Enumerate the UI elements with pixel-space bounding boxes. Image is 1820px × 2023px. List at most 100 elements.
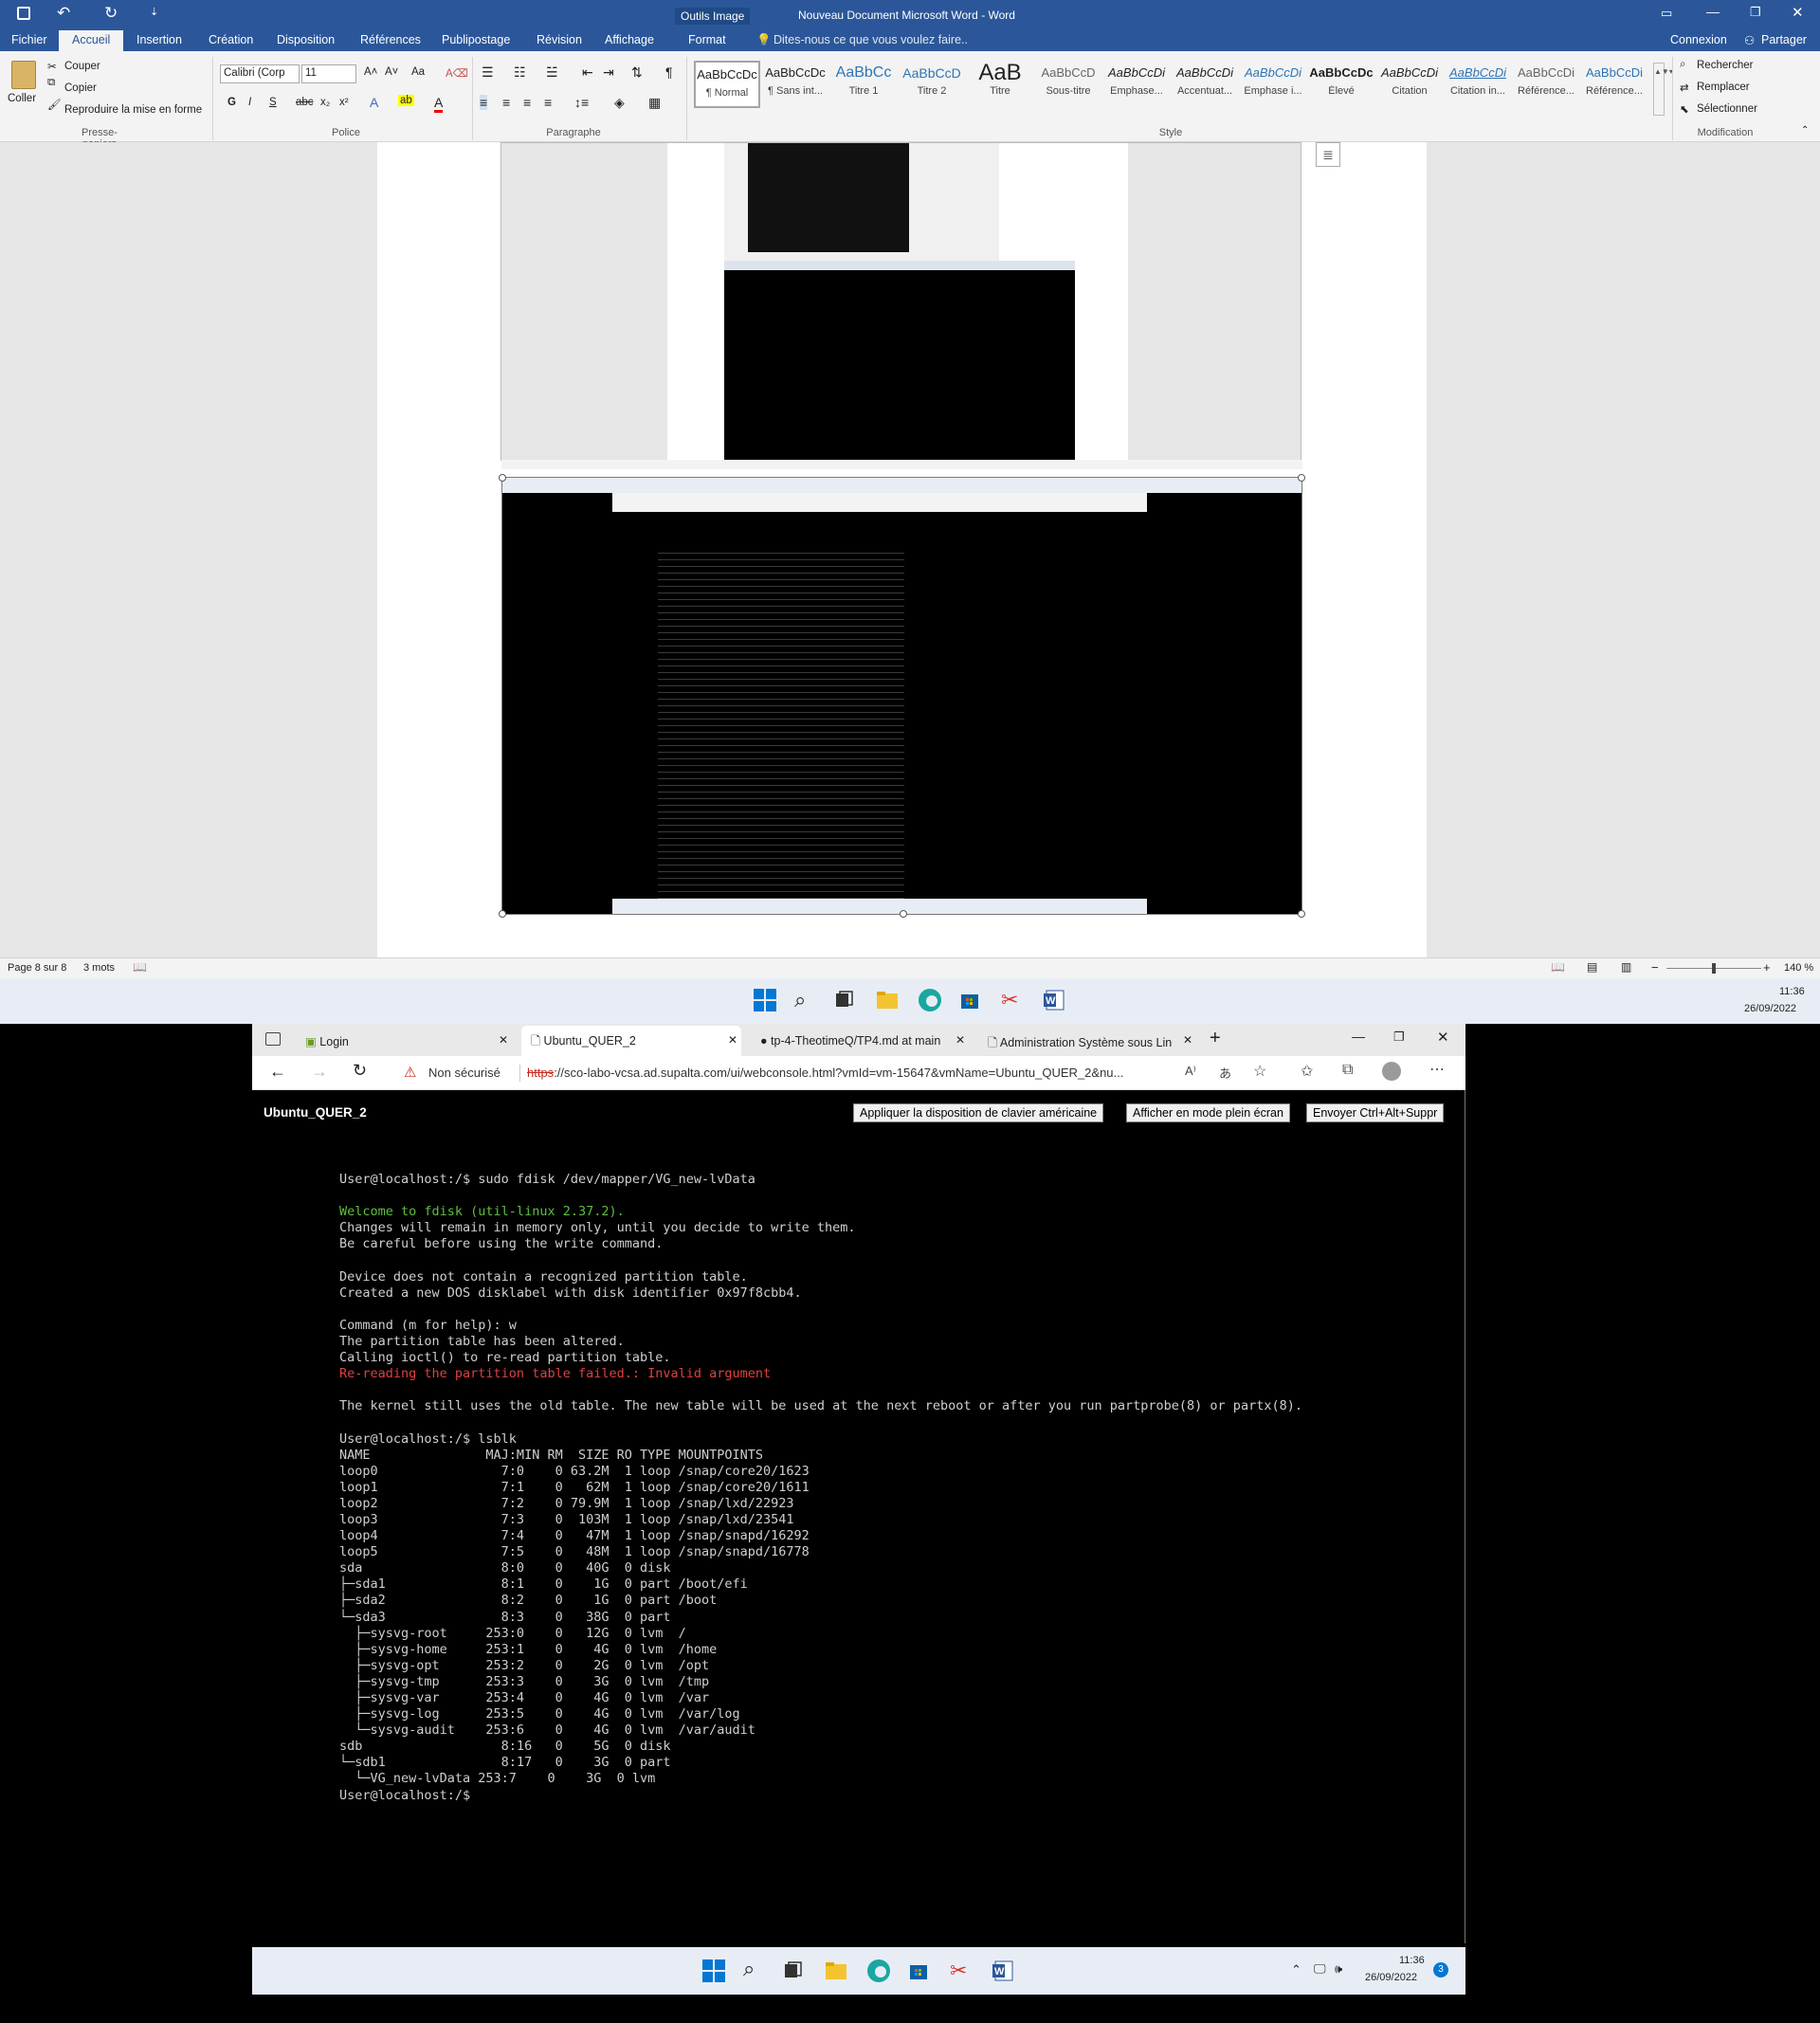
resize-handle[interactable] xyxy=(499,474,506,482)
edge-icon[interactable] xyxy=(918,988,944,1014)
share-icon[interactable]: ⚇ xyxy=(1744,33,1755,47)
minimize-icon[interactable]: — xyxy=(1706,4,1720,19)
send-cad-button[interactable]: Envoyer Ctrl+Alt+Suppr xyxy=(1306,1103,1445,1122)
resize-handle[interactable] xyxy=(1298,474,1305,482)
start-icon[interactable] xyxy=(753,988,779,1014)
sort-icon[interactable]: ⇅ xyxy=(631,64,643,81)
underline-button[interactable]: S xyxy=(269,97,277,108)
customize-qat-icon[interactable]: ⇣ xyxy=(150,6,158,18)
change-case-button[interactable]: Aa xyxy=(411,66,425,78)
tab-close-icon[interactable]: ✕ xyxy=(956,1033,965,1047)
text-effects-icon[interactable]: A xyxy=(370,95,378,110)
selected-image[interactable] xyxy=(501,477,1302,915)
tab-creation[interactable]: Création xyxy=(209,33,253,46)
tab-close-icon[interactable]: ✕ xyxy=(499,1033,508,1047)
font-color-icon[interactable]: A xyxy=(434,95,444,113)
browser-tab-login[interactable]: ▣ Login xyxy=(296,1028,514,1056)
styles-scroll-icon[interactable]: ▲▼▾ xyxy=(1653,63,1673,116)
tab-revision[interactable]: Révision xyxy=(537,33,582,46)
share-button[interactable]: Partager xyxy=(1761,33,1807,46)
format-painter-button[interactable]: Reproduire la mise en forme xyxy=(64,104,202,116)
search-icon[interactable]: ⌕ xyxy=(743,1957,770,1983)
print-layout-icon[interactable]: ▤ xyxy=(1587,960,1597,974)
cut-button[interactable]: Couper xyxy=(64,61,100,72)
start-icon[interactable] xyxy=(701,1959,728,1985)
justify-icon[interactable]: ≡ xyxy=(544,95,552,110)
copy-icon[interactable]: ⧉ xyxy=(47,77,55,89)
read-aloud-icon[interactable]: A⁾ xyxy=(1185,1064,1196,1079)
style-item[interactable]: AaBbCcDc Élevé xyxy=(1308,61,1374,108)
format-painter-icon[interactable]: 🖌 xyxy=(47,98,62,111)
clock-date[interactable]: 26/09/2022 xyxy=(1365,1972,1417,1983)
resize-handle[interactable] xyxy=(499,910,506,918)
bold-button[interactable]: G xyxy=(228,97,236,108)
paste-icon[interactable] xyxy=(11,61,36,89)
style-item[interactable]: AaBbCcDi Citation in... xyxy=(1445,61,1511,108)
zoom-level[interactable]: 140 % xyxy=(1784,962,1813,974)
highlight-icon[interactable]: ab xyxy=(398,95,414,106)
tab-format[interactable]: Format xyxy=(688,33,726,46)
font-name-select[interactable]: Calibri (Corp xyxy=(220,64,300,83)
tab-close-icon[interactable]: ✕ xyxy=(728,1033,737,1047)
favorite-star-icon[interactable]: ☆ xyxy=(1253,1062,1266,1081)
style-item[interactable]: AaBbCc Titre 1 xyxy=(830,61,897,108)
browser-tab-admin[interactable]: 🗋 Administration Système sous Lin xyxy=(978,1028,1175,1056)
favorites-icon[interactable]: ✩ xyxy=(1301,1062,1313,1081)
network-icon[interactable]: 🖵 xyxy=(1314,1961,1326,1977)
fullscreen-button[interactable]: Afficher en mode plein écran xyxy=(1126,1103,1290,1122)
word-taskbar-icon[interactable]: W xyxy=(992,1960,1018,1987)
file-explorer-icon[interactable] xyxy=(825,1960,851,1987)
style-item[interactable]: AaBbCcDi Citation xyxy=(1376,61,1443,108)
style-item[interactable]: AaBbCcDi Référence... xyxy=(1513,61,1579,108)
borders-icon[interactable]: ▦ xyxy=(648,95,661,111)
find-button[interactable]: Rechercher xyxy=(1697,60,1753,71)
redo-icon[interactable]: ↻ xyxy=(104,4,118,23)
style-item[interactable]: AaBbCcD Sous-titre xyxy=(1035,61,1101,108)
style-item[interactable]: AaBbCcDc ¶ Sans int... xyxy=(762,61,828,108)
style-item[interactable]: AaBbCcDc ¶ Normal xyxy=(694,61,760,108)
proofing-icon[interactable]: 📖 xyxy=(133,960,147,974)
file-explorer-icon[interactable] xyxy=(876,990,902,1016)
tab-disposition[interactable]: Disposition xyxy=(277,33,335,46)
edge-icon[interactable] xyxy=(866,1959,893,1985)
layout-options-icon[interactable]: ≣ xyxy=(1316,142,1340,167)
italic-button[interactable]: I xyxy=(248,97,251,108)
web-layout-icon[interactable]: ▥ xyxy=(1621,960,1631,974)
notification-badge[interactable]: 3 xyxy=(1433,1962,1448,1977)
search-icon[interactable]: ⌕ xyxy=(794,988,821,1014)
replace-icon[interactable]: ⇄ xyxy=(1680,81,1689,94)
warning-icon[interactable]: ⚠ xyxy=(404,1064,416,1081)
more-menu-icon[interactable]: ⋯ xyxy=(1429,1060,1445,1079)
maximize-icon[interactable]: ❐ xyxy=(1393,1030,1405,1045)
style-item[interactable]: AaBbCcDi Accentuat... xyxy=(1172,61,1238,108)
select-icon[interactable]: ⬉ xyxy=(1680,102,1689,116)
superscript-button[interactable]: x² xyxy=(339,97,349,108)
align-right-icon[interactable]: ≡ xyxy=(523,95,531,110)
read-mode-icon[interactable]: 📖 xyxy=(1551,960,1565,974)
page-count[interactable]: Page 8 sur 8 xyxy=(8,962,66,974)
tab-publipostage[interactable]: Publipostage xyxy=(442,33,510,46)
grow-font-icon[interactable]: A˄ xyxy=(364,66,377,78)
style-item[interactable]: AaBbCcD Titre 2 xyxy=(899,61,965,108)
tab-insertion[interactable]: Insertion xyxy=(136,33,182,46)
font-size-select[interactable]: 11 xyxy=(301,64,356,83)
style-item[interactable]: AaB Titre xyxy=(967,61,1033,108)
translate-icon[interactable]: あ xyxy=(1219,1064,1231,1082)
tab-accueil[interactable]: Accueil xyxy=(59,30,124,51)
tab-close-icon[interactable]: ✕ xyxy=(1183,1033,1192,1047)
bullets-icon[interactable]: ☰ xyxy=(482,64,494,81)
paste-button[interactable]: Coller xyxy=(8,93,36,104)
back-icon[interactable]: ← xyxy=(269,1062,286,1082)
sign-in-link[interactable]: Connexion xyxy=(1670,33,1727,46)
task-view-icon[interactable] xyxy=(783,1960,810,1987)
subscript-button[interactable]: x₂ xyxy=(320,97,330,108)
shrink-font-icon[interactable]: A˅ xyxy=(385,66,398,78)
volume-icon[interactable]: 🕪 xyxy=(1335,1961,1342,1977)
store-icon[interactable] xyxy=(959,990,986,1016)
style-item[interactable]: AaBbCcDi Emphase... xyxy=(1103,61,1170,108)
ribbon-display-icon[interactable]: ▭ xyxy=(1661,6,1672,21)
store-icon[interactable] xyxy=(908,1960,935,1987)
search-icon[interactable]: ⌕ xyxy=(1680,59,1685,71)
align-left-icon[interactable]: ≡ xyxy=(480,95,488,110)
increase-indent-icon[interactable]: ⇥ xyxy=(603,64,614,81)
